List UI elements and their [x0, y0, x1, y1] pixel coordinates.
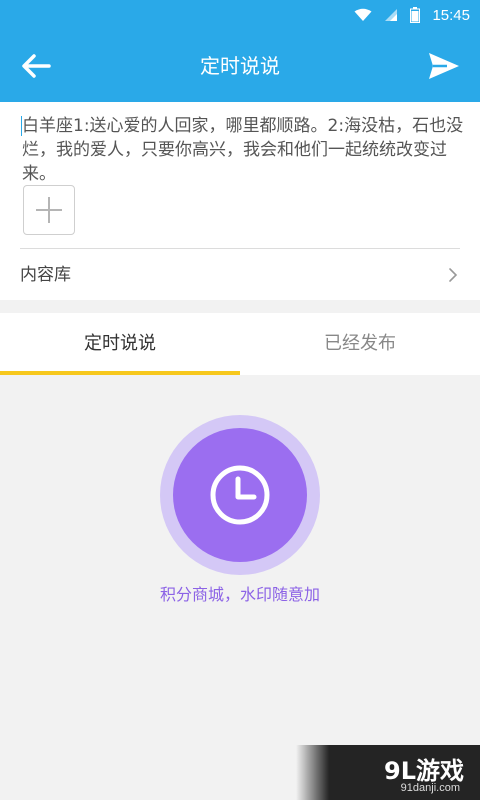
plus-icon	[36, 197, 62, 223]
page-title: 定时说说	[200, 54, 280, 78]
status-bar: 15:45	[0, 0, 480, 30]
tab-bar: 定时说说 已经发布	[0, 313, 480, 375]
content-library-row[interactable]: 内容库	[0, 250, 480, 300]
signal-icon	[385, 9, 398, 21]
battery-icon	[410, 7, 421, 23]
status-time: 15:45	[432, 6, 470, 24]
points-mall-promo[interactable]: 积分商城，水印随意加	[0, 581, 480, 605]
timer-area: 积分商城，水印随意加	[0, 375, 480, 800]
watermark-logo: 9L游戏 91danji.com	[296, 745, 480, 800]
timer-button[interactable]	[160, 415, 320, 575]
send-icon	[429, 53, 459, 79]
content-library-label: 内容库	[20, 265, 71, 285]
tab-scheduled[interactable]: 定时说说	[0, 313, 240, 375]
app-bar: 定时说说	[0, 30, 480, 102]
compose-divider	[20, 248, 460, 249]
tab-published[interactable]: 已经发布	[240, 313, 480, 375]
watermark-brand: 9L游戏	[384, 757, 464, 785]
compose-textarea[interactable]: 白羊座1:送心爱的人回家，哪里都顺路。2:海没枯，石也没烂，我的爱人，只要你高兴…	[22, 114, 468, 186]
wifi-icon	[354, 8, 372, 21]
chevron-right-icon	[449, 268, 458, 282]
watermark-site: 91danji.com	[400, 782, 460, 794]
status-icons: 15:45	[354, 0, 470, 30]
clock-icon	[210, 465, 270, 525]
timer-button-inner	[173, 428, 307, 562]
send-button[interactable]	[424, 46, 464, 86]
add-image-button[interactable]	[23, 185, 75, 235]
